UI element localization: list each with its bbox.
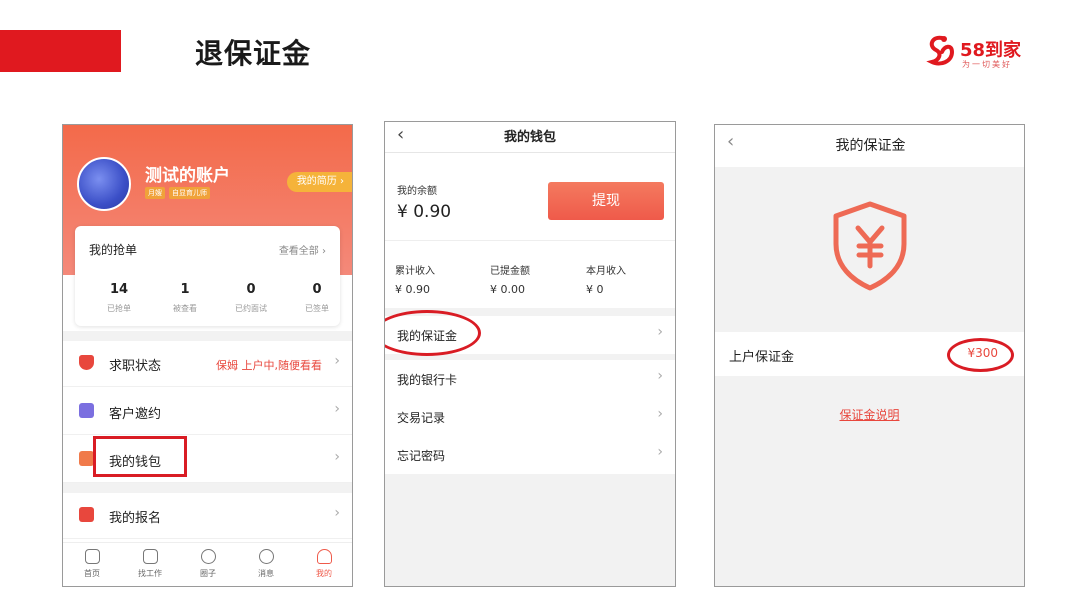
row-label: 我的银行卡 [397, 373, 458, 387]
stat-value: 0 [312, 282, 322, 297]
stat-viewed[interactable]: 1 被查看 [155, 282, 215, 314]
chevron-right-icon: › [657, 406, 663, 422]
row-bank-card[interactable]: 我的银行卡 › [385, 360, 675, 398]
chevron-right-icon: › [334, 505, 340, 521]
tab-home[interactable]: 首页 [72, 549, 112, 579]
chevron-right-icon: › [334, 449, 340, 465]
profile-screen: 测试的账户 月嫂 自显育儿师 我的简历 › 我的抢单 查看全部 › 14 已抢单… [62, 124, 353, 587]
stat-signed[interactable]: 0 已签单 [287, 282, 347, 314]
stat-label: 被查看 [173, 304, 197, 313]
slide-title: 退保证金 [195, 37, 312, 70]
wallet-screen: ‹ 我的钱包 我的余额 ¥ 0.90 提现 累计收入 ¥ 0.90 已提金额 ¥… [384, 121, 676, 587]
stat-label: 已签单 [305, 304, 329, 313]
chevron-right-icon: › [334, 353, 340, 369]
chevron-right-icon: › [334, 401, 340, 417]
tab-label: 首页 [84, 569, 100, 578]
message-icon [258, 549, 274, 564]
role-tag: 自显育儿师 [169, 187, 210, 199]
shield-icon [79, 355, 94, 370]
balance-value: ¥ 0.90 [397, 202, 452, 222]
divider [385, 240, 675, 241]
stat-value: 1 [180, 282, 190, 297]
tab-find-job[interactable]: 找工作 [130, 549, 170, 579]
role-tags: 月嫂 自显育儿师 [145, 187, 210, 199]
highlight-box [93, 436, 187, 477]
avatar[interactable] [77, 157, 131, 211]
row-label: 交易记录 [397, 411, 446, 425]
deposit-screen: ‹ 我的保证金 上户保证金 ¥300 保证金说明 [714, 124, 1025, 587]
row-forgot-password[interactable]: 忘记密码 › [385, 436, 675, 474]
chevron-right-icon: › [657, 368, 663, 384]
my-orders-card: 我的抢单 查看全部 › 14 已抢单 1 被查看 0 已约面试 0 已签单 [75, 226, 340, 326]
highlight-ellipse [947, 338, 1014, 372]
stat-label: 已抢单 [107, 304, 131, 313]
menu-label: 客户邀约 [109, 407, 162, 422]
swan-logo-icon [926, 35, 955, 66]
tab-label: 我的 [316, 569, 332, 578]
job-icon [142, 549, 158, 564]
stat-month-income: 本月收入 ¥ 0 [586, 262, 626, 296]
tab-circle[interactable]: 圈子 [188, 549, 228, 579]
row-label: 上户保证金 [729, 350, 795, 365]
job-status-value: 保姆 上户中,随便看看 [216, 359, 322, 372]
tab-mine[interactable]: 我的 [304, 549, 344, 579]
stat-value: ¥ 0.00 [490, 283, 525, 296]
stat-label: 累计收入 [395, 266, 435, 277]
stat-value: ¥ 0 [586, 283, 604, 296]
wallet-icon [79, 451, 94, 466]
menu-label: 求职状态 [109, 359, 162, 374]
stat-total-income: 累计收入 ¥ 0.90 [395, 262, 435, 296]
home-icon [84, 549, 100, 564]
divider [385, 152, 675, 153]
logo-tagline: 为一切美好 [962, 60, 1012, 69]
account-name: 测试的账户 [145, 166, 230, 186]
stat-label: 已约面试 [235, 304, 267, 313]
nav-bar: ‹ 我的保证金 [715, 125, 1024, 167]
page-title: 我的保证金 [835, 138, 906, 154]
row-label: 忘记密码 [397, 449, 446, 463]
chevron-right-icon: › [657, 444, 663, 460]
tab-label: 圈子 [200, 569, 216, 578]
stat-label: 本月收入 [586, 266, 626, 277]
row-transactions[interactable]: 交易记录 › [385, 398, 675, 436]
bottom-tabbar: 首页 找工作 圈子 消息 我的 [63, 542, 352, 586]
page-title: 我的钱包 [503, 130, 556, 145]
tab-messages[interactable]: 消息 [246, 549, 286, 579]
menu-label: 我的报名 [109, 511, 162, 526]
orders-title: 我的抢单 [89, 243, 138, 257]
deposit-info-link[interactable]: 保证金说明 [715, 406, 1024, 423]
view-all-link[interactable]: 查看全部 › [279, 242, 326, 257]
user-icon [316, 549, 332, 564]
accent-bar [0, 30, 121, 72]
mail-icon [79, 403, 94, 418]
stat-value: ¥ 0.90 [395, 283, 430, 296]
stat-value: 0 [246, 282, 256, 297]
circle-icon [200, 549, 216, 564]
stat-label: 已提金额 [490, 266, 530, 277]
tab-label: 找工作 [138, 569, 162, 578]
menu-my-signup[interactable]: 我的报名 › [63, 491, 352, 539]
menu-job-status[interactable]: 求职状态 保姆 上户中,随便看看 › [63, 339, 352, 387]
role-tag: 月嫂 [145, 187, 165, 199]
brand-logo: 58到家 为一切美好 [922, 34, 1042, 74]
chevron-right-icon: › [657, 324, 663, 340]
withdraw-button[interactable]: 提现 [548, 182, 664, 220]
empty-area [385, 474, 675, 586]
signup-icon [79, 507, 94, 522]
stat-value: 14 [109, 282, 129, 297]
my-resume-button[interactable]: 我的简历 › [286, 172, 352, 192]
menu-client-invite[interactable]: 客户邀约 › [63, 387, 352, 435]
yuan-shield-icon [833, 201, 907, 291]
stat-interview[interactable]: 0 已约面试 [221, 282, 281, 314]
stat-withdrawn: 已提金额 ¥ 0.00 [490, 262, 530, 296]
tab-label: 消息 [258, 569, 274, 578]
stat-grabbed[interactable]: 14 已抢单 [89, 282, 149, 314]
balance-label: 我的余额 [397, 186, 437, 197]
